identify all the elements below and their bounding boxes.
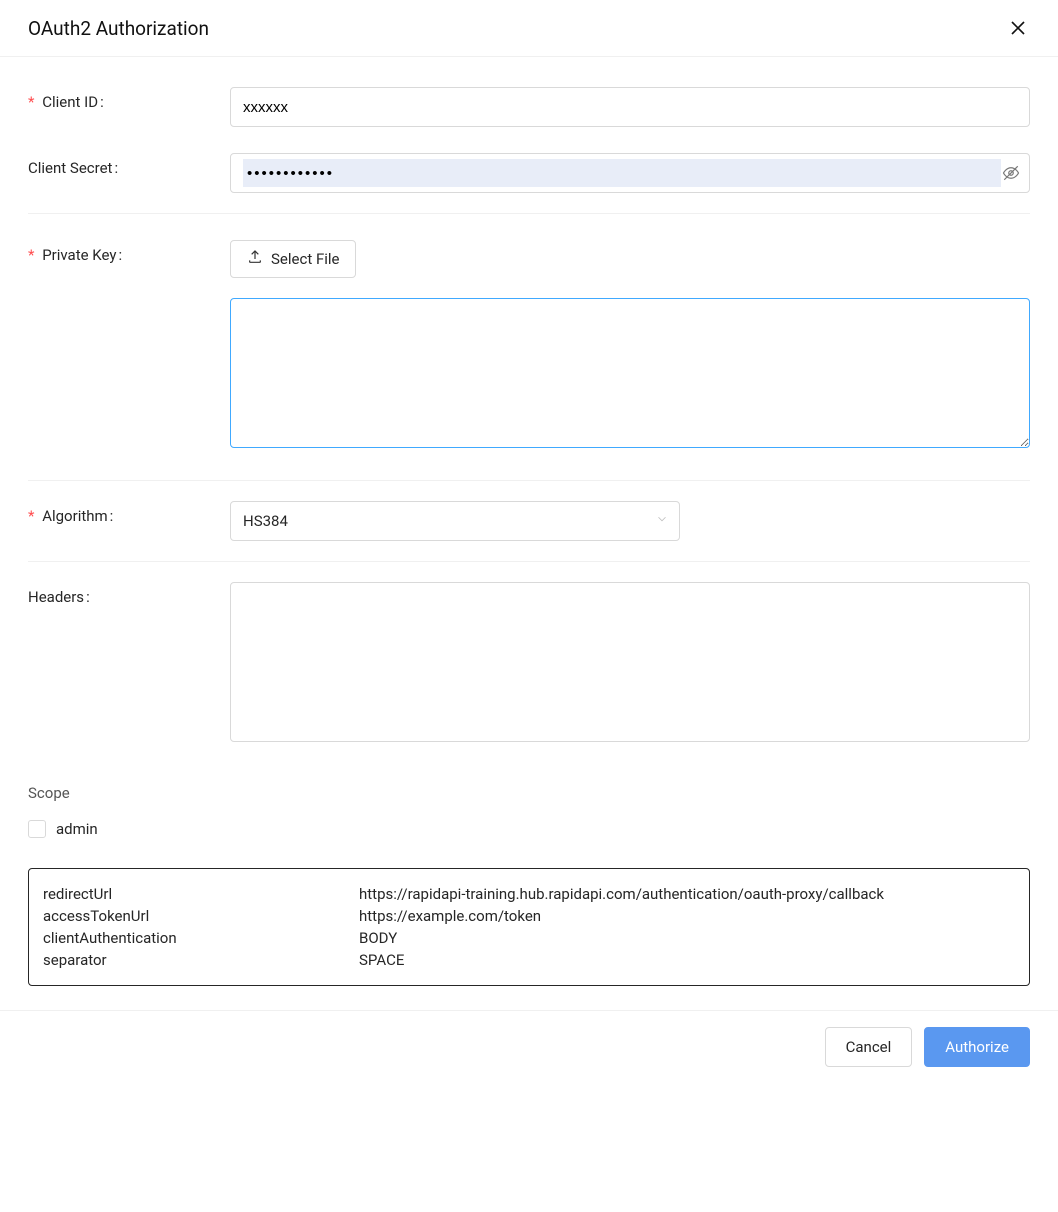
label-client-id-text: Client ID — [42, 93, 98, 111]
client-secret-input[interactable] — [243, 159, 1001, 187]
info-key: clientAuthentication — [43, 929, 359, 947]
label-private-key: Private Key: — [28, 240, 230, 264]
modal-header: OAuth2 Authorization — [0, 0, 1058, 57]
row-private-key: Private Key: Select File — [28, 214, 1030, 288]
headers-textarea[interactable] — [230, 582, 1030, 742]
cancel-button-label: Cancel — [846, 1038, 892, 1056]
label-headers: Headers: — [28, 582, 230, 606]
authorize-button[interactable]: Authorize — [924, 1027, 1030, 1067]
scope-option-label: admin — [56, 820, 98, 838]
chevron-down-icon — [655, 512, 669, 530]
label-algorithm: Algorithm: — [28, 501, 230, 525]
private-key-textarea[interactable] — [230, 298, 1030, 448]
modal-footer: Cancel Authorize — [0, 1010, 1058, 1083]
label-spacer-pk — [28, 298, 230, 304]
scope-title: Scope — [28, 784, 1030, 802]
info-row: redirectUrl https://rapidapi-training.hu… — [43, 883, 1015, 905]
info-key: redirectUrl — [43, 885, 359, 903]
modal-title: OAuth2 Authorization — [28, 17, 209, 40]
label-client-secret-text: Client Secret — [28, 159, 112, 177]
label-private-key-text: Private Key — [42, 246, 116, 264]
checkbox-admin[interactable] — [28, 820, 46, 838]
client-id-input[interactable] — [230, 87, 1030, 127]
label-client-id: Client ID: — [28, 87, 230, 111]
info-val: SPACE — [359, 951, 1015, 969]
info-key: separator — [43, 951, 359, 969]
upload-icon — [247, 249, 263, 269]
info-val: BODY — [359, 929, 1015, 947]
label-algorithm-text: Algorithm — [42, 507, 107, 525]
info-val: https://rapidapi-training.hub.rapidapi.c… — [359, 885, 1015, 903]
eye-off-icon[interactable] — [1001, 163, 1021, 183]
select-file-label: Select File — [271, 250, 339, 268]
select-file-button[interactable]: Select File — [230, 240, 356, 278]
algorithm-selected-value: HS384 — [243, 512, 288, 530]
client-secret-wrap — [230, 153, 1030, 193]
modal-body: Client ID: Client Secret: — [0, 57, 1058, 1010]
info-val: https://example.com/token — [359, 907, 1015, 925]
info-key: accessTokenUrl — [43, 907, 359, 925]
label-headers-text: Headers — [28, 588, 84, 606]
close-icon[interactable] — [1006, 16, 1030, 40]
label-client-secret: Client Secret: — [28, 153, 230, 177]
cancel-button[interactable]: Cancel — [825, 1027, 913, 1067]
row-headers: Headers: — [28, 562, 1030, 766]
scope-option-admin[interactable]: admin — [28, 820, 1030, 838]
algorithm-select[interactable]: HS384 — [230, 501, 680, 541]
info-row: accessTokenUrl https://example.com/token — [43, 905, 1015, 927]
row-algorithm: Algorithm: HS384 — [28, 481, 1030, 562]
row-private-key-text — [28, 288, 1030, 481]
row-client-id: Client ID: — [28, 67, 1030, 147]
row-client-secret: Client Secret: — [28, 147, 1030, 214]
info-row: separator SPACE — [43, 949, 1015, 971]
authorize-button-label: Authorize — [945, 1038, 1009, 1056]
info-table: redirectUrl https://rapidapi-training.hu… — [28, 868, 1030, 986]
info-row: clientAuthentication BODY — [43, 927, 1015, 949]
scope-section: Scope admin — [28, 766, 1030, 850]
